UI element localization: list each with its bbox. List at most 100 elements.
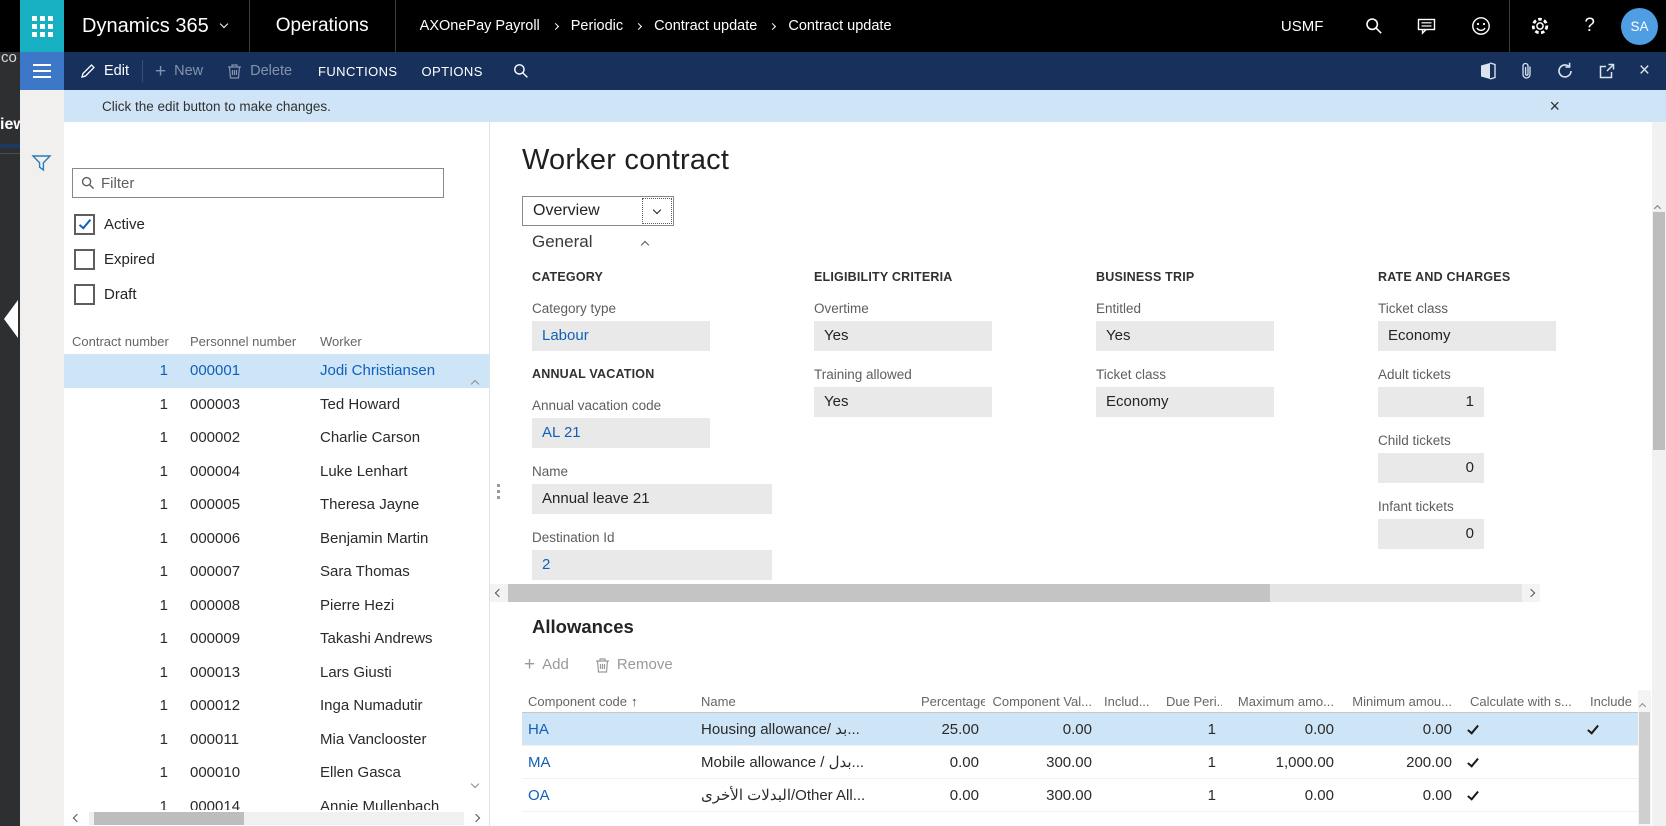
- notification-close-icon[interactable]: ×: [1549, 96, 1560, 117]
- allowance-row[interactable]: OA البدلات الأخرى/Other All... 0.00 300.…: [522, 779, 1638, 812]
- cell-component-code[interactable]: HA: [522, 721, 695, 738]
- filter-field[interactable]: [72, 168, 444, 198]
- column-header-contract-number[interactable]: Contract number: [72, 334, 168, 349]
- ticket-class-field[interactable]: Economy: [1096, 387, 1274, 417]
- office-logo-icon[interactable]: [1479, 62, 1497, 80]
- filter-checkbox-expired[interactable]: Expired: [74, 247, 155, 271]
- overtime-field[interactable]: Yes: [814, 321, 992, 351]
- breadcrumb-item[interactable]: Contract update: [788, 18, 891, 34]
- table-row[interactable]: 1 000002 Charlie Carson: [64, 421, 489, 455]
- page-vertical-scrollbar[interactable]: [1652, 122, 1666, 826]
- annual-vacation-code-field[interactable]: AL 21: [532, 418, 710, 448]
- grid-column-header[interactable]: Includ...: [1098, 694, 1160, 709]
- remove-button[interactable]: Remove: [595, 656, 673, 673]
- grid-column-header[interactable]: Component Val...: [985, 694, 1098, 709]
- allowance-row[interactable]: MA Mobile allowance / بدل... 0.00 300.00…: [522, 746, 1638, 779]
- table-row[interactable]: 1 000007 Sara Thomas: [64, 555, 489, 589]
- grid-column-header[interactable]: Percentage: [915, 694, 985, 709]
- list-horizontal-scrollbar[interactable]: [64, 810, 489, 826]
- avatar[interactable]: SA: [1621, 8, 1658, 45]
- entitled-field[interactable]: Yes: [1096, 321, 1274, 351]
- table-row[interactable]: 1 000012 Inga Numadutir: [64, 689, 489, 723]
- scrollbar-thumb[interactable]: [1653, 212, 1665, 450]
- table-row[interactable]: 1 000001 Jodi Christiansen: [64, 354, 489, 388]
- search-icon[interactable]: [513, 63, 529, 79]
- table-row[interactable]: 1 000010 Ellen Gasca: [64, 756, 489, 790]
- hamburger-menu-button[interactable]: [20, 52, 64, 90]
- scrollbar-thumb[interactable]: [94, 812, 244, 825]
- category-type-field[interactable]: Labour: [532, 321, 710, 351]
- company-selector[interactable]: USMF: [1281, 18, 1324, 35]
- grid-column-header[interactable]: Include: [1578, 694, 1638, 709]
- help-icon[interactable]: ?: [1584, 15, 1595, 37]
- column-header-personnel-number[interactable]: Personnel number: [190, 334, 318, 349]
- table-row[interactable]: 1 000011 Mia Vanclooster: [64, 723, 489, 757]
- rate-ticket-class-field[interactable]: Economy: [1378, 321, 1556, 351]
- table-row[interactable]: 1 000008 Pierre Hezi: [64, 589, 489, 623]
- grid-column-header[interactable]: Component code↑: [522, 694, 695, 709]
- training-allowed-field[interactable]: Yes: [814, 387, 992, 417]
- general-section-toggle[interactable]: General: [532, 232, 648, 252]
- infant-tickets-field[interactable]: 0: [1378, 519, 1484, 549]
- scrollbar-track[interactable]: [508, 584, 1522, 602]
- breadcrumb-item[interactable]: Periodic: [571, 18, 623, 34]
- breadcrumb-item[interactable]: Contract update: [654, 18, 757, 34]
- breadcrumb-item[interactable]: AXOnePay Payroll: [420, 18, 540, 34]
- table-row[interactable]: 1 000003 Ted Howard: [64, 388, 489, 422]
- destination-id-field[interactable]: 2: [532, 550, 772, 580]
- grid-column-header[interactable]: Due Peri...: [1160, 694, 1222, 709]
- filter-input[interactable]: [101, 175, 443, 192]
- scrollbar-track[interactable]: [89, 812, 464, 825]
- filter-funnel-icon[interactable]: [31, 154, 52, 173]
- scroll-left-icon[interactable]: [490, 590, 508, 596]
- refresh-icon[interactable]: [1556, 62, 1574, 80]
- checkbox-checked[interactable]: [74, 214, 95, 235]
- chevron-down-icon[interactable]: [642, 198, 672, 224]
- scroll-right-icon[interactable]: [472, 814, 480, 822]
- grid-column-header[interactable]: Maximum amo...: [1222, 694, 1340, 709]
- column-header-worker[interactable]: Worker: [320, 334, 477, 349]
- table-row[interactable]: 1 000009 Takashi Andrews: [64, 622, 489, 656]
- functions-menu-button[interactable]: FUNCTIONS: [318, 64, 397, 79]
- options-menu-button[interactable]: OPTIONS: [421, 64, 482, 79]
- cell-component-code[interactable]: OA: [522, 787, 695, 804]
- scroll-right-icon[interactable]: [1522, 590, 1540, 596]
- filter-checkbox-draft[interactable]: Draft: [74, 282, 155, 306]
- app-launcher-button[interactable]: [20, 0, 64, 52]
- app-name-menu[interactable]: Dynamics 365: [82, 15, 227, 38]
- table-row[interactable]: 1 000013 Lars Giusti: [64, 656, 489, 690]
- cell-component-code[interactable]: MA: [522, 754, 695, 771]
- collapse-pane-arrow-icon[interactable]: [4, 300, 18, 338]
- filter-checkbox-active[interactable]: Active: [74, 212, 155, 236]
- close-icon[interactable]: ×: [1639, 63, 1650, 79]
- scrollbar-thumb[interactable]: [1639, 712, 1650, 824]
- form-horizontal-scrollbar[interactable]: [490, 584, 1540, 602]
- grid-column-header[interactable]: Minimum amou...: [1340, 694, 1458, 709]
- panel-splitter-handle[interactable]: [497, 484, 500, 487]
- grid-column-header[interactable]: Name: [695, 694, 915, 709]
- pop-out-icon[interactable]: [1598, 63, 1615, 80]
- table-row[interactable]: 1 000006 Benjamin Martin: [64, 522, 489, 556]
- table-row[interactable]: 1 000004 Luke Lenhart: [64, 455, 489, 489]
- grid-column-header[interactable]: Calculate with s...: [1458, 694, 1578, 709]
- attachment-paperclip-icon[interactable]: [1521, 62, 1532, 80]
- add-button[interactable]: + Add: [524, 656, 569, 673]
- scroll-up-icon[interactable]: [472, 374, 478, 392]
- checkbox-unchecked[interactable]: [74, 284, 95, 305]
- scroll-down-icon[interactable]: [472, 774, 478, 792]
- smiley-feedback-icon[interactable]: [1471, 16, 1491, 36]
- allowance-row[interactable]: HA Housing allowance/ بد... 25.00 0.00 1…: [522, 713, 1638, 746]
- checkbox-unchecked[interactable]: [74, 249, 95, 270]
- name-field[interactable]: Annual leave 21: [532, 484, 772, 514]
- adult-tickets-field[interactable]: 1: [1378, 387, 1484, 417]
- search-icon[interactable]: [1365, 17, 1383, 35]
- table-row[interactable]: 1 000005 Theresa Jayne: [64, 488, 489, 522]
- scrollbar-thumb[interactable]: [508, 584, 1270, 602]
- view-selector-dropdown[interactable]: Overview: [522, 196, 674, 226]
- settings-gear-icon[interactable]: [1530, 16, 1550, 36]
- scroll-left-icon[interactable]: [73, 814, 81, 822]
- message-feedback-icon[interactable]: [1417, 17, 1437, 35]
- child-tickets-field[interactable]: 0: [1378, 453, 1484, 483]
- new-button[interactable]: + New: [155, 63, 203, 79]
- delete-button[interactable]: Delete: [227, 63, 292, 79]
